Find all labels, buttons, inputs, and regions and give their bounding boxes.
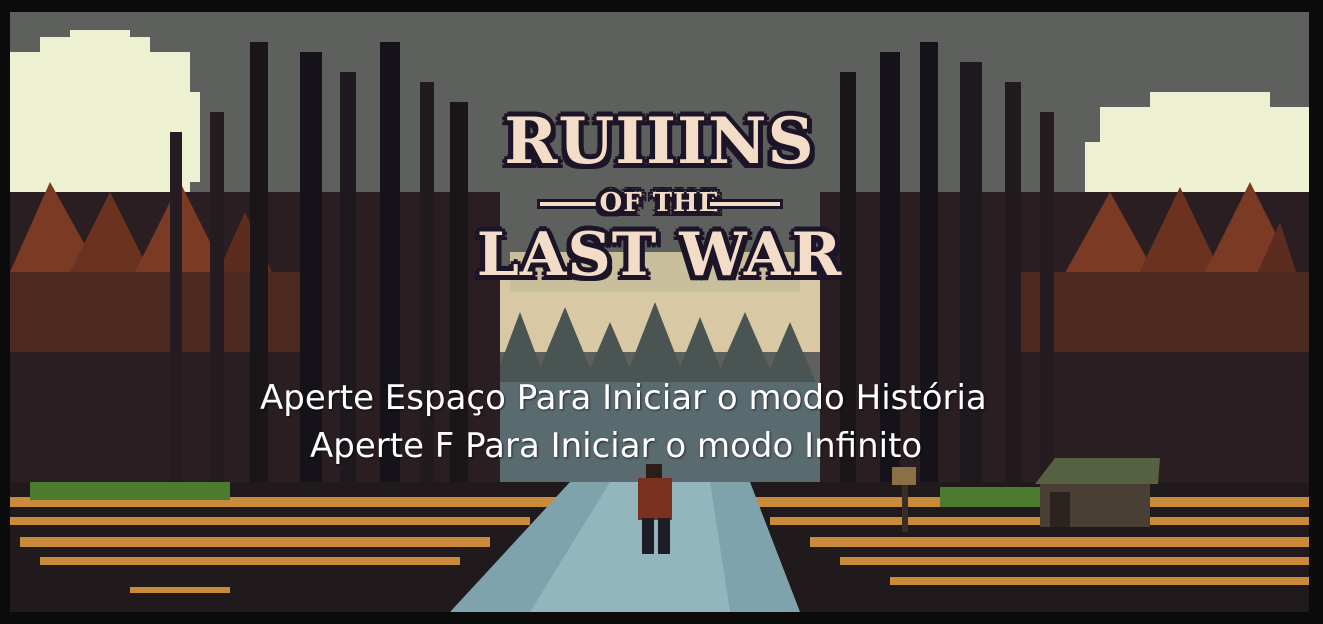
game-logo-subtitle: OF THE	[599, 188, 720, 218]
game-logo-title: RUIIINS	[504, 104, 815, 179]
cabin	[1035, 458, 1160, 527]
forest-background	[10, 12, 1309, 612]
start-story-mode-prompt: Aperte Espaço Para Iniciar o modo Histór…	[260, 378, 987, 418]
title-screen-scene: RUIIINS OF THE LAST WAR Aperte Espaço Pa…	[10, 12, 1309, 612]
start-infinite-mode-prompt: Aperte F Para Iniciar o modo Infinito	[310, 426, 923, 466]
game-window: RUIIINS OF THE LAST WAR Aperte Espaço Pa…	[0, 0, 1323, 624]
game-logo-title-bottom: LAST WAR	[476, 220, 843, 290]
logo-divider-right	[710, 202, 780, 206]
